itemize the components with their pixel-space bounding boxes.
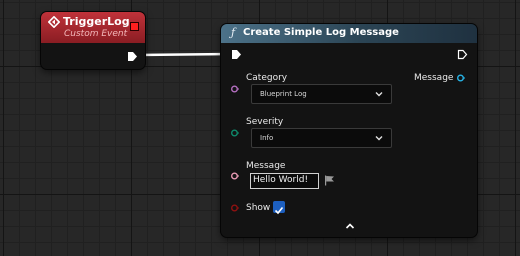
message-output-label: Message <box>414 73 454 83</box>
category-dropdown[interactable]: Blueprint Log <box>251 84 392 104</box>
show-pin[interactable] <box>231 204 239 212</box>
severity-dropdown[interactable]: Info <box>251 128 392 148</box>
show-label: Show <box>246 203 271 213</box>
chevron-down-icon <box>375 92 383 97</box>
severity-label: Severity <box>246 117 284 127</box>
function-icon: ƒ <box>231 26 236 39</box>
chevron-down-icon <box>375 136 383 141</box>
message-in-pin[interactable] <box>231 172 239 180</box>
checkmark-icon <box>274 206 284 215</box>
event-subtitle: Custom Event <box>64 29 128 39</box>
show-checkbox[interactable] <box>273 201 285 215</box>
message-input-label: Message <box>246 161 286 171</box>
category-value: Blueprint Log <box>260 90 307 98</box>
category-label: Category <box>246 73 288 83</box>
function-title: Create Simple Log Message <box>243 27 399 38</box>
event-title: TriggerLog <box>63 15 130 28</box>
function-node[interactable]: ƒ Create Simple Log Message Category Blu… <box>221 24 477 237</box>
function-node-header[interactable]: ƒ Create Simple Log Message <box>221 24 477 43</box>
severity-pin[interactable] <box>231 129 239 137</box>
category-pin[interactable] <box>231 85 239 93</box>
message-out-pin[interactable] <box>457 74 465 82</box>
message-text-input[interactable]: Hello World! <box>250 173 319 189</box>
collapse-arrow-icon[interactable] <box>345 222 355 230</box>
exec-out-pin[interactable] <box>127 51 138 62</box>
custom-event-node[interactable]: TriggerLog Custom Event <box>41 12 145 69</box>
event-diamond-icon <box>48 16 60 28</box>
severity-value: Info <box>260 134 274 142</box>
event-node-header[interactable]: TriggerLog Custom Event <box>41 12 145 43</box>
message-text-value: Hello World! <box>253 175 309 185</box>
exec-out-pin[interactable] <box>457 49 468 60</box>
flag-icon[interactable] <box>324 175 335 186</box>
exec-in-pin[interactable] <box>231 49 242 60</box>
delegate-pin[interactable] <box>130 22 139 31</box>
